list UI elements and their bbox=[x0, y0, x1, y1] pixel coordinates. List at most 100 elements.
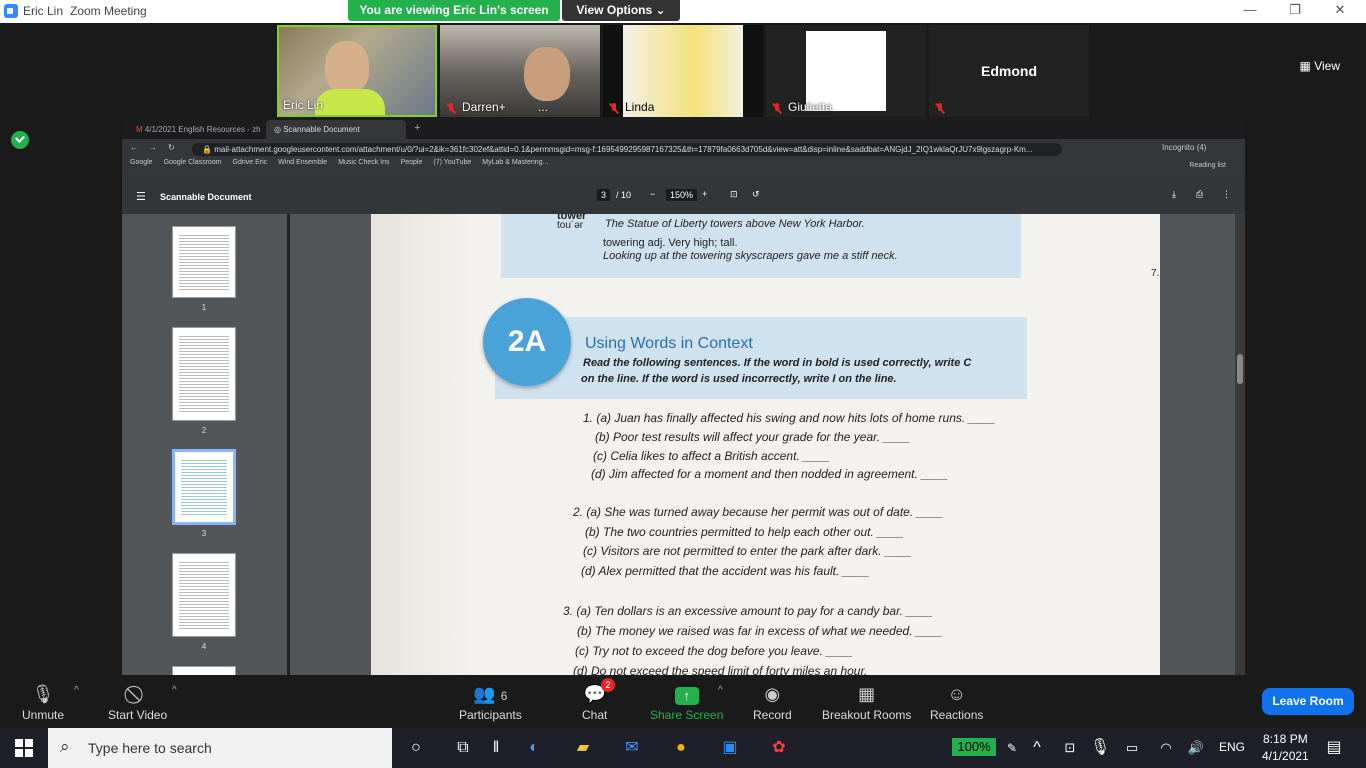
window-title: Zoom Meeting bbox=[70, 4, 147, 18]
notifications-icon[interactable]: ▤ bbox=[1324, 738, 1344, 758]
search-placeholder: Type here to search bbox=[88, 740, 212, 756]
share-screen-button[interactable]: ↑ Share Screen bbox=[650, 683, 723, 722]
video-tile-giulietta[interactable]: Giulietta bbox=[766, 25, 926, 117]
taskbar-search-box[interactable]: ⌕ Type here to search bbox=[48, 728, 392, 768]
record-label: Record bbox=[753, 708, 792, 722]
sentence-3b: (b) The money we raised was far in exces… bbox=[577, 624, 943, 638]
encryption-shield-icon[interactable] bbox=[11, 131, 29, 149]
fit-page-icon[interactable]: ⊡ bbox=[730, 189, 738, 200]
chevron-up-icon[interactable]: ^ bbox=[74, 685, 79, 696]
cortana-icon[interactable]: ○ bbox=[406, 738, 426, 758]
record-button[interactable]: ◉ Record bbox=[753, 683, 792, 722]
video-tile-eric[interactable]: Eric Lin bbox=[277, 25, 437, 117]
video-off-icon: ⃠ bbox=[108, 683, 167, 705]
view-options-button[interactable]: View Options ⌄ bbox=[562, 0, 680, 21]
reading-list-button[interactable]: Reading list bbox=[1189, 162, 1226, 169]
windows-start-icon[interactable] bbox=[15, 739, 33, 757]
restore-button[interactable]: ❐ bbox=[1280, 2, 1310, 20]
battery-icon[interactable]: ▭ bbox=[1122, 738, 1142, 758]
reload-icon[interactable]: ↻ bbox=[168, 143, 175, 152]
video-tile-linda[interactable]: Linda bbox=[603, 25, 763, 117]
bookmark-youtube[interactable]: (7) YouTube bbox=[433, 159, 471, 166]
back-icon[interactable]: ← bbox=[130, 143, 138, 152]
sentence-3d: (d) Do not exceed the speed limit of for… bbox=[573, 664, 898, 675]
instruction-line-1: Read the following sentences. If the wor… bbox=[583, 357, 972, 369]
forward-icon[interactable]: → bbox=[149, 143, 157, 152]
new-tab-button[interactable]: + bbox=[414, 122, 420, 134]
sentence-2c: (c) Visitors are not permitted to enter … bbox=[583, 544, 912, 558]
file-explorer-icon[interactable]: ▰ bbox=[573, 738, 593, 758]
chrome-icon[interactable]: ● bbox=[671, 738, 691, 758]
print-icon[interactable]: ⎙ bbox=[1196, 189, 1203, 200]
zoom-level-input[interactable]: 150% bbox=[666, 189, 698, 201]
window-user-name: Eric Lin bbox=[23, 4, 64, 18]
language-indicator[interactable]: ENG bbox=[1219, 740, 1245, 754]
thumb-number: 3 bbox=[201, 529, 207, 538]
zoom-out-icon[interactable]: − bbox=[650, 189, 655, 199]
download-icon[interactable]: ⤓ bbox=[1172, 189, 1176, 200]
tab-english-resources[interactable]: M 4/1/2021 English Resources - zh bbox=[128, 120, 264, 139]
bookmark-music-checkins[interactable]: Music Check Ins bbox=[338, 159, 389, 166]
close-button[interactable]: ✕ bbox=[1325, 2, 1355, 20]
definition-line-1: The Statue of Liberty towers above New Y… bbox=[605, 218, 865, 230]
unmute-button[interactable]: 🎙 Unmute bbox=[22, 683, 64, 722]
zoom-in-icon[interactable]: + bbox=[702, 189, 707, 199]
url-field[interactable]: 🔒 mail-attachment.googleusercontent.com/… bbox=[192, 143, 1062, 156]
pdf-thumbnail-sidebar: 1 2 3 4 bbox=[122, 214, 287, 675]
page-thumbnail-3[interactable] bbox=[172, 449, 236, 525]
meet-icon[interactable]: ⊡ bbox=[1060, 738, 1080, 758]
participant-name: Linda bbox=[625, 100, 655, 114]
leave-room-button[interactable]: Leave Room bbox=[1262, 688, 1354, 715]
section-title: Using Words in Context bbox=[585, 335, 753, 352]
video-tile-darren[interactable]: Darren+ ... bbox=[440, 25, 600, 117]
minimize-button[interactable]: — bbox=[1235, 2, 1265, 20]
more-options-icon[interactable]: ⋮ bbox=[1222, 189, 1231, 200]
bookmark-mylab[interactable]: MyLab & Mastering... bbox=[482, 159, 548, 166]
tab-scannable-document[interactable]: ◎ Scannable Document bbox=[266, 120, 406, 139]
mail-icon[interactable]: ✉ bbox=[622, 738, 642, 758]
volume-icon[interactable]: 🔊 bbox=[1186, 738, 1206, 758]
rotate-icon[interactable]: ↺ bbox=[752, 189, 760, 200]
tray-chevron-icon[interactable]: ^ bbox=[1027, 738, 1047, 758]
page-thumbnail-4[interactable] bbox=[172, 553, 236, 637]
breakout-rooms-button[interactable]: ▦ Breakout Rooms bbox=[822, 683, 911, 722]
participant-name: Giulietta bbox=[788, 100, 833, 114]
clock-time: 8:18 PM bbox=[1263, 732, 1308, 746]
pdf-scrollbar[interactable] bbox=[1235, 214, 1245, 675]
start-video-button[interactable]: ⃠ Start Video bbox=[108, 683, 167, 722]
page-thumbnail-5[interactable] bbox=[172, 666, 236, 675]
page-shadow bbox=[371, 214, 481, 675]
video-tile-edmond[interactable]: Edmond bbox=[929, 25, 1089, 117]
bookmark-classroom[interactable]: Google Classroom bbox=[164, 159, 222, 166]
participant-face bbox=[325, 41, 369, 93]
bookmark-google[interactable]: Google bbox=[130, 159, 153, 166]
wifi-icon[interactable]: ◠ bbox=[1156, 738, 1176, 758]
gallery-view-button[interactable]: ▦ View bbox=[1300, 59, 1340, 73]
side-number: 7. bbox=[1151, 268, 1160, 279]
section-badge: 2A bbox=[483, 298, 571, 386]
sentence-3c: (c) Try not to exceed the dog before you… bbox=[575, 644, 853, 658]
system-clock[interactable]: 8:18 PM 4/1/2021 bbox=[1262, 731, 1309, 765]
participant-face bbox=[524, 47, 570, 101]
incognito-badge[interactable]: Incognito (4) bbox=[1162, 143, 1206, 152]
chevron-up-icon[interactable]: ^ bbox=[718, 685, 723, 696]
page-thumbnail-1[interactable] bbox=[172, 226, 236, 298]
bookmark-gdrive[interactable]: Gdrive Eric bbox=[233, 159, 268, 166]
menu-icon[interactable]: ☰ bbox=[136, 190, 146, 203]
pen-icon[interactable]: ✎ bbox=[1002, 738, 1022, 758]
participants-button[interactable]: 👥 6 Participants bbox=[459, 683, 522, 722]
bookmark-people[interactable]: People bbox=[401, 159, 423, 166]
share-icon: ↑ bbox=[650, 683, 723, 705]
page-thumbnail-2[interactable] bbox=[172, 327, 236, 421]
view-label: View bbox=[1314, 59, 1340, 73]
app-taskbar-icon[interactable]: ✿ bbox=[769, 738, 789, 758]
reactions-button[interactable]: ☺ Reactions bbox=[930, 683, 983, 722]
zoom-taskbar-icon[interactable]: ▣ bbox=[720, 738, 740, 758]
task-view-icon[interactable]: ⧉ bbox=[453, 738, 473, 758]
page-number-input[interactable]: 3 bbox=[597, 189, 611, 201]
microphone-icon[interactable]: 🎙 bbox=[1090, 738, 1110, 758]
edge-icon[interactable]: ◐ bbox=[524, 738, 544, 758]
bookmark-wind-ensemble[interactable]: Wind Ensemble bbox=[278, 159, 327, 166]
chevron-up-icon[interactable]: ^ bbox=[172, 685, 177, 696]
zoom-percentage-badge[interactable]: 100% bbox=[952, 738, 996, 756]
